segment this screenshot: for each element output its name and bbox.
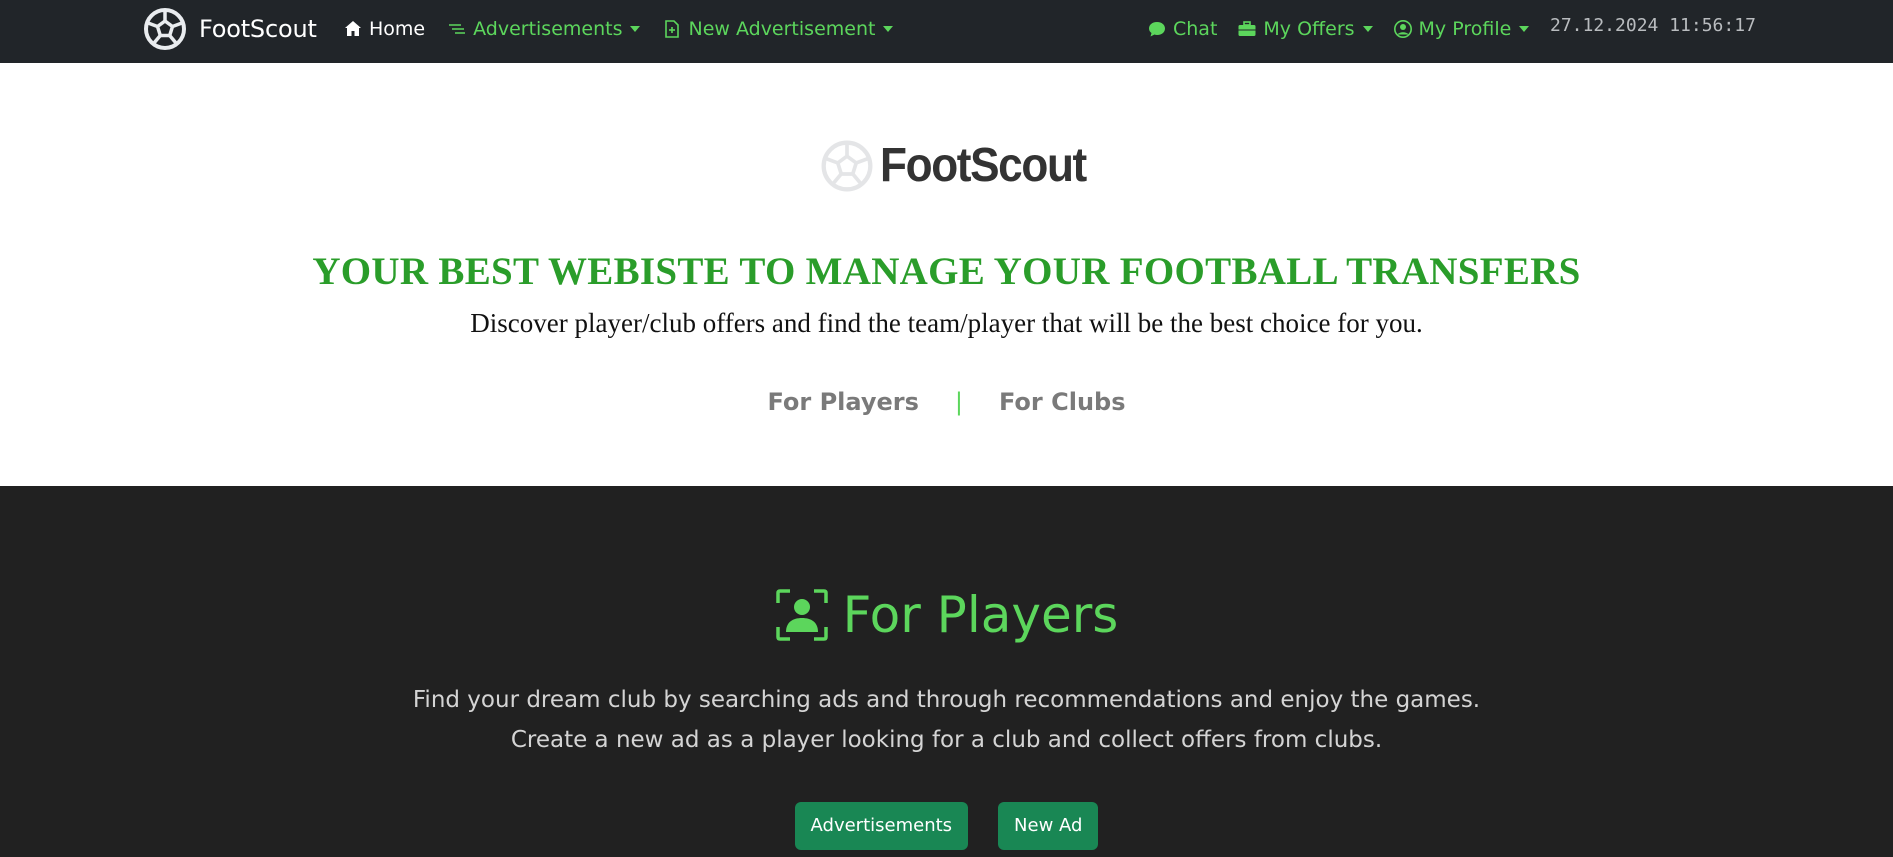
for-players-buttons: Advertisements New Ad [0, 802, 1893, 850]
for-players-link[interactable]: For Players [757, 388, 928, 416]
file-plus-icon [665, 20, 680, 38]
advertisements-button[interactable]: Advertisements [794, 802, 969, 850]
nav-chat[interactable]: Chat [1147, 18, 1217, 40]
datetime-display: 27.12.2024 11:56:17 [1550, 15, 1756, 36]
brand-link[interactable]: FootScout [143, 6, 317, 51]
for-players-heading: For Players [0, 586, 1893, 644]
for-players-section: For Players Find your dream club by sear… [0, 486, 1893, 857]
chevron-down-icon [630, 26, 641, 32]
soccer-ball-icon [144, 7, 186, 50]
hero-section: FootScout YOUR BEST WEBISTE TO MANAGE YO… [0, 63, 1893, 486]
nav-left-group: Home Advertisements New Advertisement [343, 0, 915, 58]
nav-my-offers-dropdown[interactable]: My Offers [1237, 18, 1373, 40]
description-line-2: Create a new ad as a player looking for … [510, 727, 1383, 753]
description-line-1: Find your dream club by searching ads an… [412, 687, 1481, 713]
nav-new-advertisement-dropdown[interactable]: New Advertisement [662, 18, 894, 40]
hero-links: For Players | For Clubs [0, 388, 1893, 416]
nav-my-profile-label: My Profile [1418, 18, 1512, 40]
nav-my-offers-label: My Offers [1263, 18, 1355, 40]
nav-right-group: Chat My Offers My Profile [1147, 0, 1549, 58]
hero-logo: FootScout [820, 138, 1104, 193]
nav-advertisements-label: Advertisements [473, 18, 623, 40]
person-badge-icon [775, 589, 828, 641]
new-ad-button[interactable]: New Ad [998, 802, 1099, 850]
nav-chat-label: Chat [1173, 18, 1218, 40]
briefcase-icon [1238, 21, 1256, 36]
soccer-ball-icon [821, 140, 873, 191]
brand-name: FootScout [199, 14, 317, 43]
hero-subtitle: Discover player/club offers and find the… [470, 308, 1423, 338]
for-players-description: Find your dream club by searching ads an… [0, 680, 1893, 760]
link-separator: | [954, 388, 963, 416]
for-clubs-link[interactable]: For Clubs [989, 388, 1136, 416]
house-icon [345, 21, 361, 36]
nav-new-advertisement-label: New Advertisement [688, 18, 876, 40]
hero-logo-text: FootScout [880, 139, 1087, 192]
person-circle-icon [1393, 20, 1412, 38]
nav-my-profile-dropdown[interactable]: My Profile [1393, 18, 1530, 40]
chevron-down-icon [1519, 26, 1530, 32]
nav-advertisements-dropdown[interactable]: Advertisements [447, 18, 641, 40]
chat-bubble-icon [1149, 22, 1165, 37]
nav-home-label: Home [369, 18, 426, 40]
list-lines-icon [449, 24, 466, 34]
chevron-down-icon [883, 26, 894, 32]
for-players-title: For Players [842, 586, 1119, 644]
top-navbar: FootScout Home Advertisements New Advert… [0, 0, 1893, 63]
chevron-down-icon [1362, 26, 1373, 32]
hero-title: YOUR BEST WEBISTE TO MANAGE YOUR FOOTBAL… [312, 250, 1581, 293]
nav-home[interactable]: Home [343, 18, 425, 40]
